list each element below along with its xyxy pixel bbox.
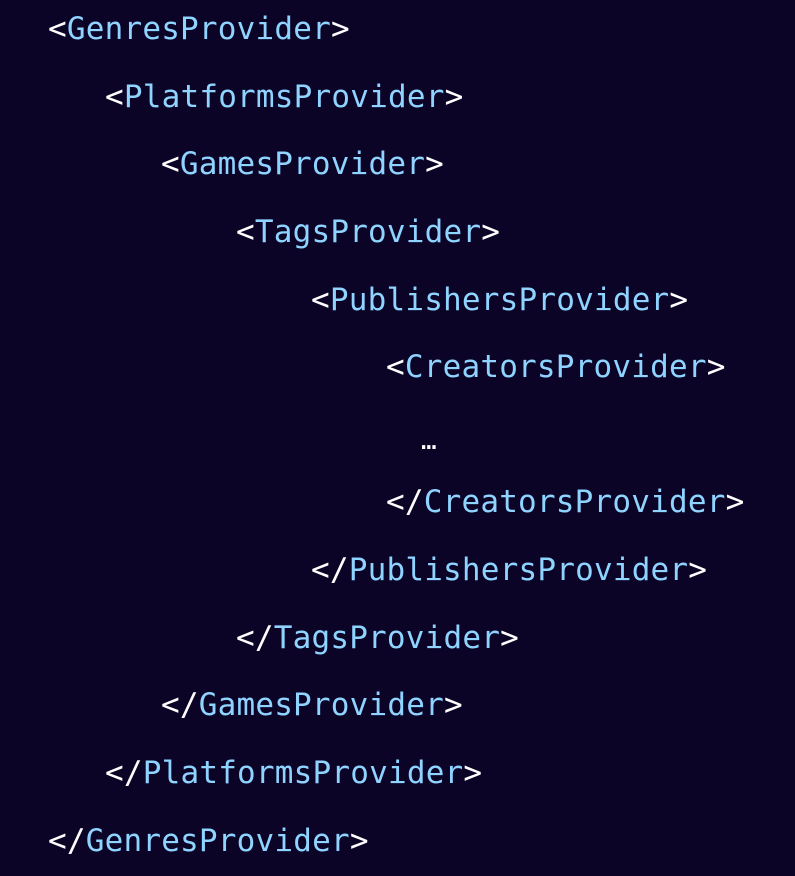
open-bracket: < bbox=[48, 11, 67, 47]
closing-open-bracket: </ bbox=[105, 755, 143, 791]
close-bracket: > bbox=[349, 823, 369, 859]
code-line-open-platforms-provider: <PlatformsProvider> bbox=[105, 77, 463, 117]
open-bracket: < bbox=[236, 214, 255, 250]
tag-name-tags-provider: TagsProvider bbox=[254, 214, 482, 250]
code-line-close-platforms-provider: </PlatformsProvider> bbox=[105, 753, 482, 793]
open-bracket: < bbox=[311, 282, 330, 318]
code-line-close-publishers-provider: </PublishersProvider> bbox=[311, 550, 707, 590]
close-bracket: > bbox=[443, 687, 463, 723]
open-bracket: < bbox=[161, 146, 180, 182]
closing-open-bracket: </ bbox=[311, 552, 349, 588]
close-bracket: > bbox=[481, 214, 501, 250]
tag-name-publishers-provider: PublishersProvider bbox=[329, 282, 670, 318]
close-bracket: > bbox=[444, 79, 464, 115]
close-bracket: > bbox=[330, 11, 350, 47]
tag-name-creators-provider: CreatorsProvider bbox=[423, 484, 726, 520]
ellipsis: … bbox=[421, 426, 437, 456]
close-bracket: > bbox=[688, 552, 708, 588]
tag-name-genres-provider: GenresProvider bbox=[66, 11, 331, 47]
tag-name-publishers-provider: PublishersProvider bbox=[348, 552, 689, 588]
code-block: <GenresProvider> <PlatformsProvider> <Ga… bbox=[0, 0, 795, 876]
close-bracket: > bbox=[425, 146, 444, 182]
code-line-ellipsis: … bbox=[421, 419, 437, 459]
close-bracket: > bbox=[669, 282, 689, 318]
code-line-open-games-provider: <GamesProvider> bbox=[161, 144, 444, 184]
tag-name-platforms-provider: PlatformsProvider bbox=[123, 79, 445, 115]
code-line-open-genres-provider: <GenresProvider> bbox=[48, 9, 350, 49]
closing-open-bracket: </ bbox=[161, 687, 199, 723]
closing-open-bracket: </ bbox=[236, 620, 274, 656]
open-bracket: < bbox=[105, 79, 124, 115]
close-bracket: > bbox=[500, 620, 519, 656]
code-line-open-publishers-provider: <PublishersProvider> bbox=[311, 280, 688, 320]
tag-name-platforms-provider: PlatformsProvider bbox=[142, 755, 464, 791]
code-line-close-tags-provider: </TagsProvider> bbox=[236, 618, 519, 658]
tag-name-creators-provider: CreatorsProvider bbox=[404, 349, 707, 385]
code-line-open-tags-provider: <TagsProvider> bbox=[236, 212, 500, 252]
tag-name-genres-provider: GenresProvider bbox=[85, 823, 350, 859]
closing-open-bracket: </ bbox=[48, 823, 86, 859]
close-bracket: > bbox=[706, 349, 726, 385]
code-line-close-games-provider: </GamesProvider> bbox=[161, 685, 463, 725]
open-bracket: < bbox=[386, 349, 405, 385]
code-line-close-creators-provider: </CreatorsProvider> bbox=[386, 482, 744, 522]
close-bracket: > bbox=[725, 484, 745, 520]
tag-name-games-provider: GamesProvider bbox=[179, 146, 426, 182]
tag-name-games-provider: GamesProvider bbox=[198, 687, 444, 723]
closing-open-bracket: </ bbox=[386, 484, 424, 520]
close-bracket: > bbox=[463, 755, 483, 791]
tag-name-tags-provider: TagsProvider bbox=[273, 620, 501, 656]
code-line-close-genres-provider: </GenresProvider> bbox=[48, 821, 369, 861]
code-line-open-creators-provider: <CreatorsProvider> bbox=[386, 347, 726, 387]
